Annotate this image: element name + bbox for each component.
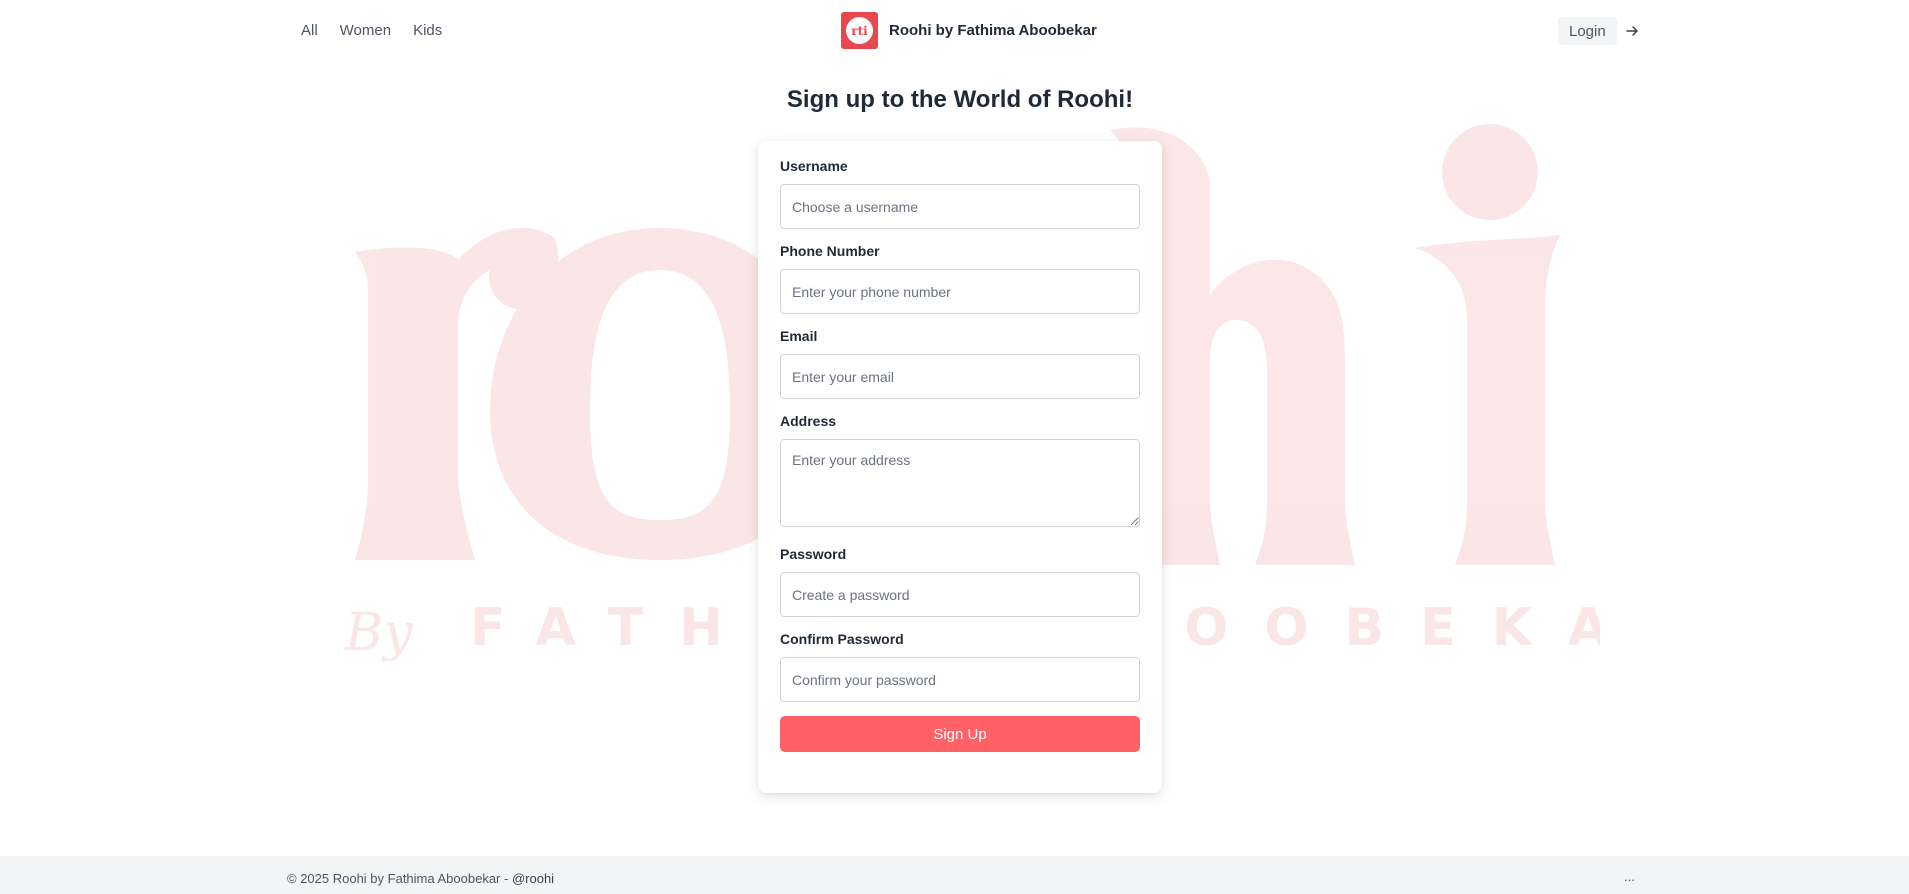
main-nav: All Women Kids: [301, 22, 442, 39]
confirm-password-field-group: Confirm Password: [780, 631, 1140, 702]
password-input[interactable]: [780, 572, 1140, 617]
email-label: Email: [780, 328, 818, 344]
password-field-group: Password: [780, 546, 1140, 617]
username-field-group: Username: [780, 158, 1140, 229]
phone-field-group: Phone Number: [780, 243, 1140, 314]
brand-name: Roohi by Fathima Aboobekar: [889, 22, 1097, 39]
signup-form: Username Phone Number Email Address Pass…: [758, 141, 1162, 793]
page-title: Sign up to the World of Roohi!: [786, 86, 1134, 113]
svg-text:By: By: [344, 603, 413, 663]
username-input[interactable]: [780, 184, 1140, 229]
site-header: All Women Kids rti Roohi by Fathima Aboo…: [0, 0, 1909, 62]
email-input[interactable]: [780, 354, 1140, 399]
site-footer: © 2025 Roohi by Fathima Aboobekar - @roo…: [0, 856, 1909, 894]
footer-copyright: © 2025 Roohi by Fathima Aboobekar - @roo…: [287, 871, 554, 886]
brand-logo-mark: rti: [846, 17, 873, 44]
address-label: Address: [780, 413, 837, 429]
footer-more-link[interactable]: ...: [1624, 869, 1635, 884]
sign-up-button[interactable]: Sign Up: [780, 716, 1140, 752]
address-field-group: Address: [780, 413, 1140, 532]
email-field-group: Email: [780, 328, 1140, 399]
phone-label: Phone Number: [780, 243, 880, 259]
confirm-password-label: Confirm Password: [780, 631, 904, 647]
login-area: Login: [1558, 17, 1639, 45]
brand[interactable]: rti Roohi by Fathima Aboobekar: [841, 12, 1097, 49]
username-label: Username: [780, 158, 848, 174]
brand-logo: rti: [841, 12, 878, 49]
arrow-right-icon[interactable]: [1625, 24, 1639, 38]
footer-handle-link[interactable]: @roohi: [512, 871, 554, 886]
confirm-password-input[interactable]: [780, 657, 1140, 702]
nav-link-women[interactable]: Women: [340, 22, 391, 39]
phone-input[interactable]: [780, 269, 1140, 314]
nav-link-all[interactable]: All: [301, 22, 318, 39]
login-button[interactable]: Login: [1558, 17, 1617, 45]
copyright-text: © 2025 Roohi by Fathima Aboobekar -: [287, 871, 509, 886]
nav-link-kids[interactable]: Kids: [413, 22, 442, 39]
password-label: Password: [780, 546, 847, 562]
address-textarea[interactable]: [780, 439, 1140, 527]
